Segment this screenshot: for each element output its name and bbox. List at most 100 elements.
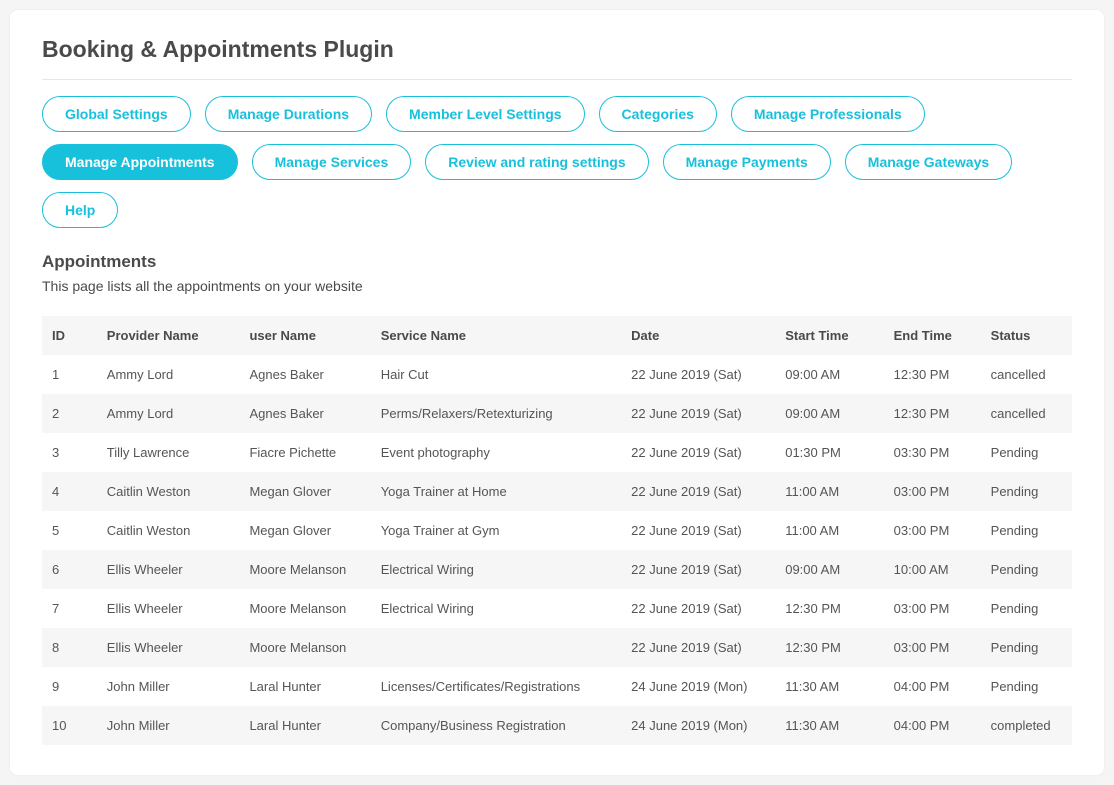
table-row[interactable]: 8Ellis WheelerMoore Melanson22 June 2019…: [42, 628, 1072, 667]
cell-status: cancelled: [981, 394, 1072, 433]
tab-manage-gateways[interactable]: Manage Gateways: [845, 144, 1012, 180]
cell-end-time: 12:30 PM: [884, 355, 981, 394]
cell-id: 9: [42, 667, 97, 706]
tabs-bar: Global Settings Manage Durations Member Le…: [42, 96, 1072, 228]
cell-provider: Ellis Wheeler: [97, 628, 240, 667]
cell-start-time: 09:00 AM: [775, 394, 883, 433]
cell-id: 8: [42, 628, 97, 667]
cell-end-time: 03:00 PM: [884, 589, 981, 628]
table-row[interactable]: 7Ellis WheelerMoore MelansonElectrical W…: [42, 589, 1072, 628]
cell-start-time: 11:30 AM: [775, 667, 883, 706]
cell-provider: Tilly Lawrence: [97, 433, 240, 472]
cell-provider: Ammy Lord: [97, 394, 240, 433]
cell-service: [371, 628, 621, 667]
tab-manage-appointments[interactable]: Manage Appointments: [42, 144, 238, 180]
cell-start-time: 12:30 PM: [775, 628, 883, 667]
table-row[interactable]: 2Ammy LordAgnes BakerPerms/Relaxers/Rete…: [42, 394, 1072, 433]
cell-end-time: 03:30 PM: [884, 433, 981, 472]
cell-date: 22 June 2019 (Sat): [621, 433, 775, 472]
cell-service: Hair Cut: [371, 355, 621, 394]
cell-date: 22 June 2019 (Sat): [621, 394, 775, 433]
tab-manage-durations[interactable]: Manage Durations: [205, 96, 372, 132]
cell-service: Yoga Trainer at Home: [371, 472, 621, 511]
tab-manage-professionals[interactable]: Manage Professionals: [731, 96, 925, 132]
table-row[interactable]: 6Ellis WheelerMoore MelansonElectrical W…: [42, 550, 1072, 589]
cell-start-time: 11:00 AM: [775, 511, 883, 550]
cell-date: 22 June 2019 (Sat): [621, 355, 775, 394]
cell-provider: Ellis Wheeler: [97, 589, 240, 628]
tab-review-rating-settings[interactable]: Review and rating settings: [425, 144, 648, 180]
cell-id: 5: [42, 511, 97, 550]
table-row[interactable]: 4Caitlin WestonMegan GloverYoga Trainer …: [42, 472, 1072, 511]
cell-user: Fiacre Pichette: [239, 433, 370, 472]
tab-help[interactable]: Help: [42, 192, 118, 228]
cell-date: 24 June 2019 (Mon): [621, 667, 775, 706]
column-header-date[interactable]: Date: [621, 316, 775, 355]
cell-status: Pending: [981, 511, 1072, 550]
tab-member-level-settings[interactable]: Member Level Settings: [386, 96, 585, 132]
cell-date: 22 June 2019 (Sat): [621, 472, 775, 511]
cell-end-time: 04:00 PM: [884, 667, 981, 706]
cell-user: Agnes Baker: [239, 355, 370, 394]
cell-user: Moore Melanson: [239, 550, 370, 589]
column-header-start-time[interactable]: Start Time: [775, 316, 883, 355]
cell-start-time: 11:30 AM: [775, 706, 883, 745]
cell-user: Agnes Baker: [239, 394, 370, 433]
cell-end-time: 10:00 AM: [884, 550, 981, 589]
page-title: Booking & Appointments Plugin: [42, 36, 1072, 80]
cell-status: Pending: [981, 472, 1072, 511]
cell-service: Perms/Relaxers/Retexturizing: [371, 394, 621, 433]
column-header-user[interactable]: user Name: [239, 316, 370, 355]
cell-status: cancelled: [981, 355, 1072, 394]
tab-global-settings[interactable]: Global Settings: [42, 96, 191, 132]
cell-status: Pending: [981, 667, 1072, 706]
cell-status: Pending: [981, 589, 1072, 628]
cell-end-time: 03:00 PM: [884, 472, 981, 511]
cell-id: 3: [42, 433, 97, 472]
cell-user: Megan Glover: [239, 472, 370, 511]
cell-service: Yoga Trainer at Gym: [371, 511, 621, 550]
tab-categories[interactable]: Categories: [599, 96, 717, 132]
column-header-service[interactable]: Service Name: [371, 316, 621, 355]
table-header-row: ID Provider Name user Name Service Name …: [42, 316, 1072, 355]
cell-service: Event photography: [371, 433, 621, 472]
cell-start-time: 09:00 AM: [775, 550, 883, 589]
cell-date: 24 June 2019 (Mon): [621, 706, 775, 745]
column-header-id[interactable]: ID: [42, 316, 97, 355]
cell-id: 6: [42, 550, 97, 589]
cell-status: Pending: [981, 550, 1072, 589]
cell-user: Megan Glover: [239, 511, 370, 550]
cell-end-time: 03:00 PM: [884, 511, 981, 550]
cell-start-time: 09:00 AM: [775, 355, 883, 394]
table-row[interactable]: 10John MillerLaral HunterCompany/Busines…: [42, 706, 1072, 745]
cell-end-time: 04:00 PM: [884, 706, 981, 745]
cell-date: 22 June 2019 (Sat): [621, 511, 775, 550]
cell-user: Moore Melanson: [239, 589, 370, 628]
cell-provider: John Miller: [97, 706, 240, 745]
cell-service: Company/Business Registration: [371, 706, 621, 745]
cell-id: 4: [42, 472, 97, 511]
admin-panel: Booking & Appointments Plugin Global Set…: [10, 10, 1104, 775]
cell-status: Pending: [981, 433, 1072, 472]
cell-user: Laral Hunter: [239, 667, 370, 706]
cell-id: 1: [42, 355, 97, 394]
section-title: Appointments: [42, 252, 1072, 272]
tab-manage-services[interactable]: Manage Services: [252, 144, 412, 180]
cell-service: Licenses/Certificates/Registrations: [371, 667, 621, 706]
tab-manage-payments[interactable]: Manage Payments: [663, 144, 831, 180]
cell-start-time: 12:30 PM: [775, 589, 883, 628]
cell-provider: John Miller: [97, 667, 240, 706]
table-row[interactable]: 1Ammy LordAgnes BakerHair Cut22 June 201…: [42, 355, 1072, 394]
cell-status: completed: [981, 706, 1072, 745]
column-header-provider[interactable]: Provider Name: [97, 316, 240, 355]
table-row[interactable]: 5Caitlin WestonMegan GloverYoga Trainer …: [42, 511, 1072, 550]
cell-user: Laral Hunter: [239, 706, 370, 745]
column-header-end-time[interactable]: End Time: [884, 316, 981, 355]
cell-provider: Caitlin Weston: [97, 472, 240, 511]
cell-user: Moore Melanson: [239, 628, 370, 667]
table-row[interactable]: 3Tilly LawrenceFiacre PichetteEvent phot…: [42, 433, 1072, 472]
cell-provider: Caitlin Weston: [97, 511, 240, 550]
table-row[interactable]: 9John MillerLaral HunterLicenses/Certifi…: [42, 667, 1072, 706]
column-header-status[interactable]: Status: [981, 316, 1072, 355]
appointments-table: ID Provider Name user Name Service Name …: [42, 316, 1072, 745]
